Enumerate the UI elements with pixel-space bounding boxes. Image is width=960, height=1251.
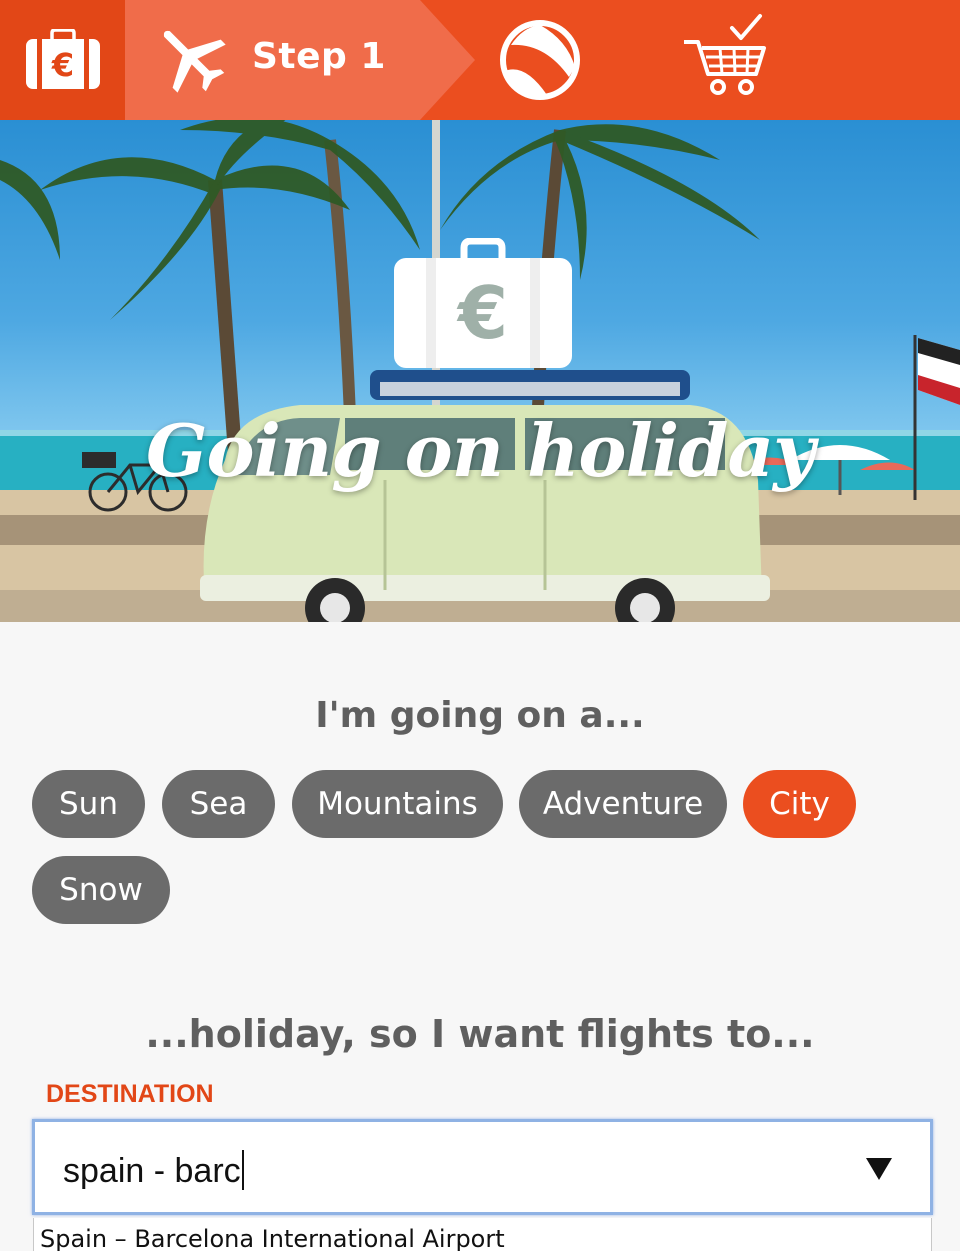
suggestion-label: Spain – Barcelona International Airport bbox=[40, 1225, 505, 1251]
option-snow[interactable]: Snow bbox=[32, 856, 170, 924]
plane-icon bbox=[163, 30, 226, 93]
beach-ball-icon bbox=[500, 20, 580, 100]
euro-suitcase-icon: € bbox=[392, 237, 574, 370]
destination-label: DESTINATION bbox=[46, 1080, 214, 1108]
hero-title: Going on holiday bbox=[146, 408, 815, 493]
option-label: Snow bbox=[59, 872, 143, 908]
destination-suggestion[interactable]: Spain – Barcelona International Airport bbox=[33, 1218, 932, 1251]
destination-value-wrap: spain - barc bbox=[63, 1150, 244, 1191]
beach-van-photo bbox=[0, 120, 960, 622]
dropdown-arrow-icon[interactable] bbox=[866, 1158, 892, 1180]
option-city[interactable]: City bbox=[743, 770, 856, 838]
option-label: Sun bbox=[59, 786, 118, 822]
activities-step-tab[interactable] bbox=[495, 15, 585, 105]
holiday-type-question: I'm going on a... bbox=[315, 695, 645, 736]
destination-input[interactable]: spain - barc bbox=[32, 1119, 933, 1215]
option-sun[interactable]: Sun bbox=[32, 770, 145, 838]
option-label: City bbox=[769, 786, 830, 822]
svg-text:€: € bbox=[456, 271, 508, 355]
flight-step-tab[interactable]: Step 1 bbox=[125, 0, 475, 120]
option-label: Sea bbox=[189, 786, 248, 822]
svg-text:€: € bbox=[50, 46, 73, 84]
step-label: Step 1 bbox=[252, 36, 386, 77]
option-label: Mountains bbox=[317, 786, 478, 822]
checkout-step-tab[interactable] bbox=[680, 12, 775, 102]
destination-question: ...holiday, so I want flights to... bbox=[145, 1012, 815, 1056]
text-caret bbox=[241, 1150, 244, 1190]
holiday-page: € Step 1 € Going on holiday I'm going on… bbox=[0, 0, 960, 1251]
euro-suitcase-icon: € bbox=[25, 29, 100, 89]
option-sea[interactable]: Sea bbox=[162, 770, 275, 838]
destination-value: spain - barc bbox=[63, 1152, 241, 1190]
hero-banner: € Going on holiday bbox=[0, 120, 960, 622]
option-mountains[interactable]: Mountains bbox=[292, 770, 503, 838]
cart-check-icon bbox=[684, 14, 766, 95]
option-label: Adventure bbox=[542, 786, 704, 822]
option-adventure[interactable]: Adventure bbox=[519, 770, 727, 838]
step-bar: € Step 1 bbox=[0, 0, 960, 120]
budget-step-tab[interactable]: € bbox=[0, 0, 125, 120]
